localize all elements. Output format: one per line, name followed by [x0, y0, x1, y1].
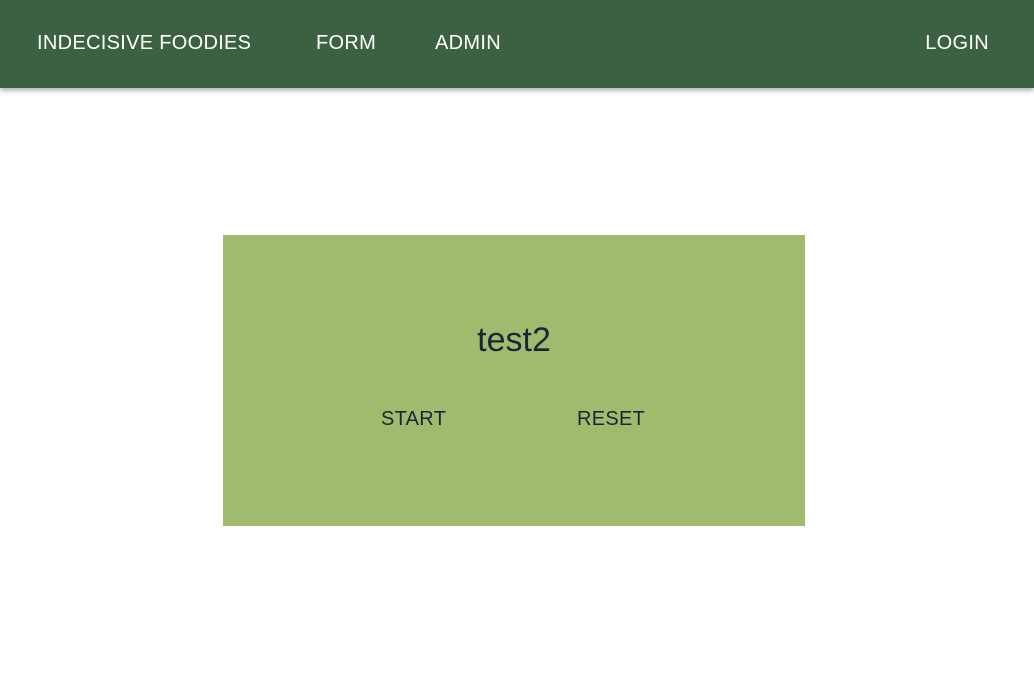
- reset-button[interactable]: RESET: [577, 407, 645, 431]
- nav-link-form[interactable]: FORM: [316, 31, 376, 55]
- brand-link[interactable]: INDECISIVE FOODIES: [37, 31, 251, 55]
- spinner-card: [223, 235, 805, 526]
- login-link[interactable]: LOGIN: [925, 31, 989, 55]
- card-title: test2: [477, 321, 551, 359]
- start-button[interactable]: START: [381, 407, 446, 431]
- top-navbar: INDECISIVE FOODIES FORM ADMIN LOGIN: [0, 0, 1034, 88]
- nav-link-admin[interactable]: ADMIN: [435, 31, 501, 55]
